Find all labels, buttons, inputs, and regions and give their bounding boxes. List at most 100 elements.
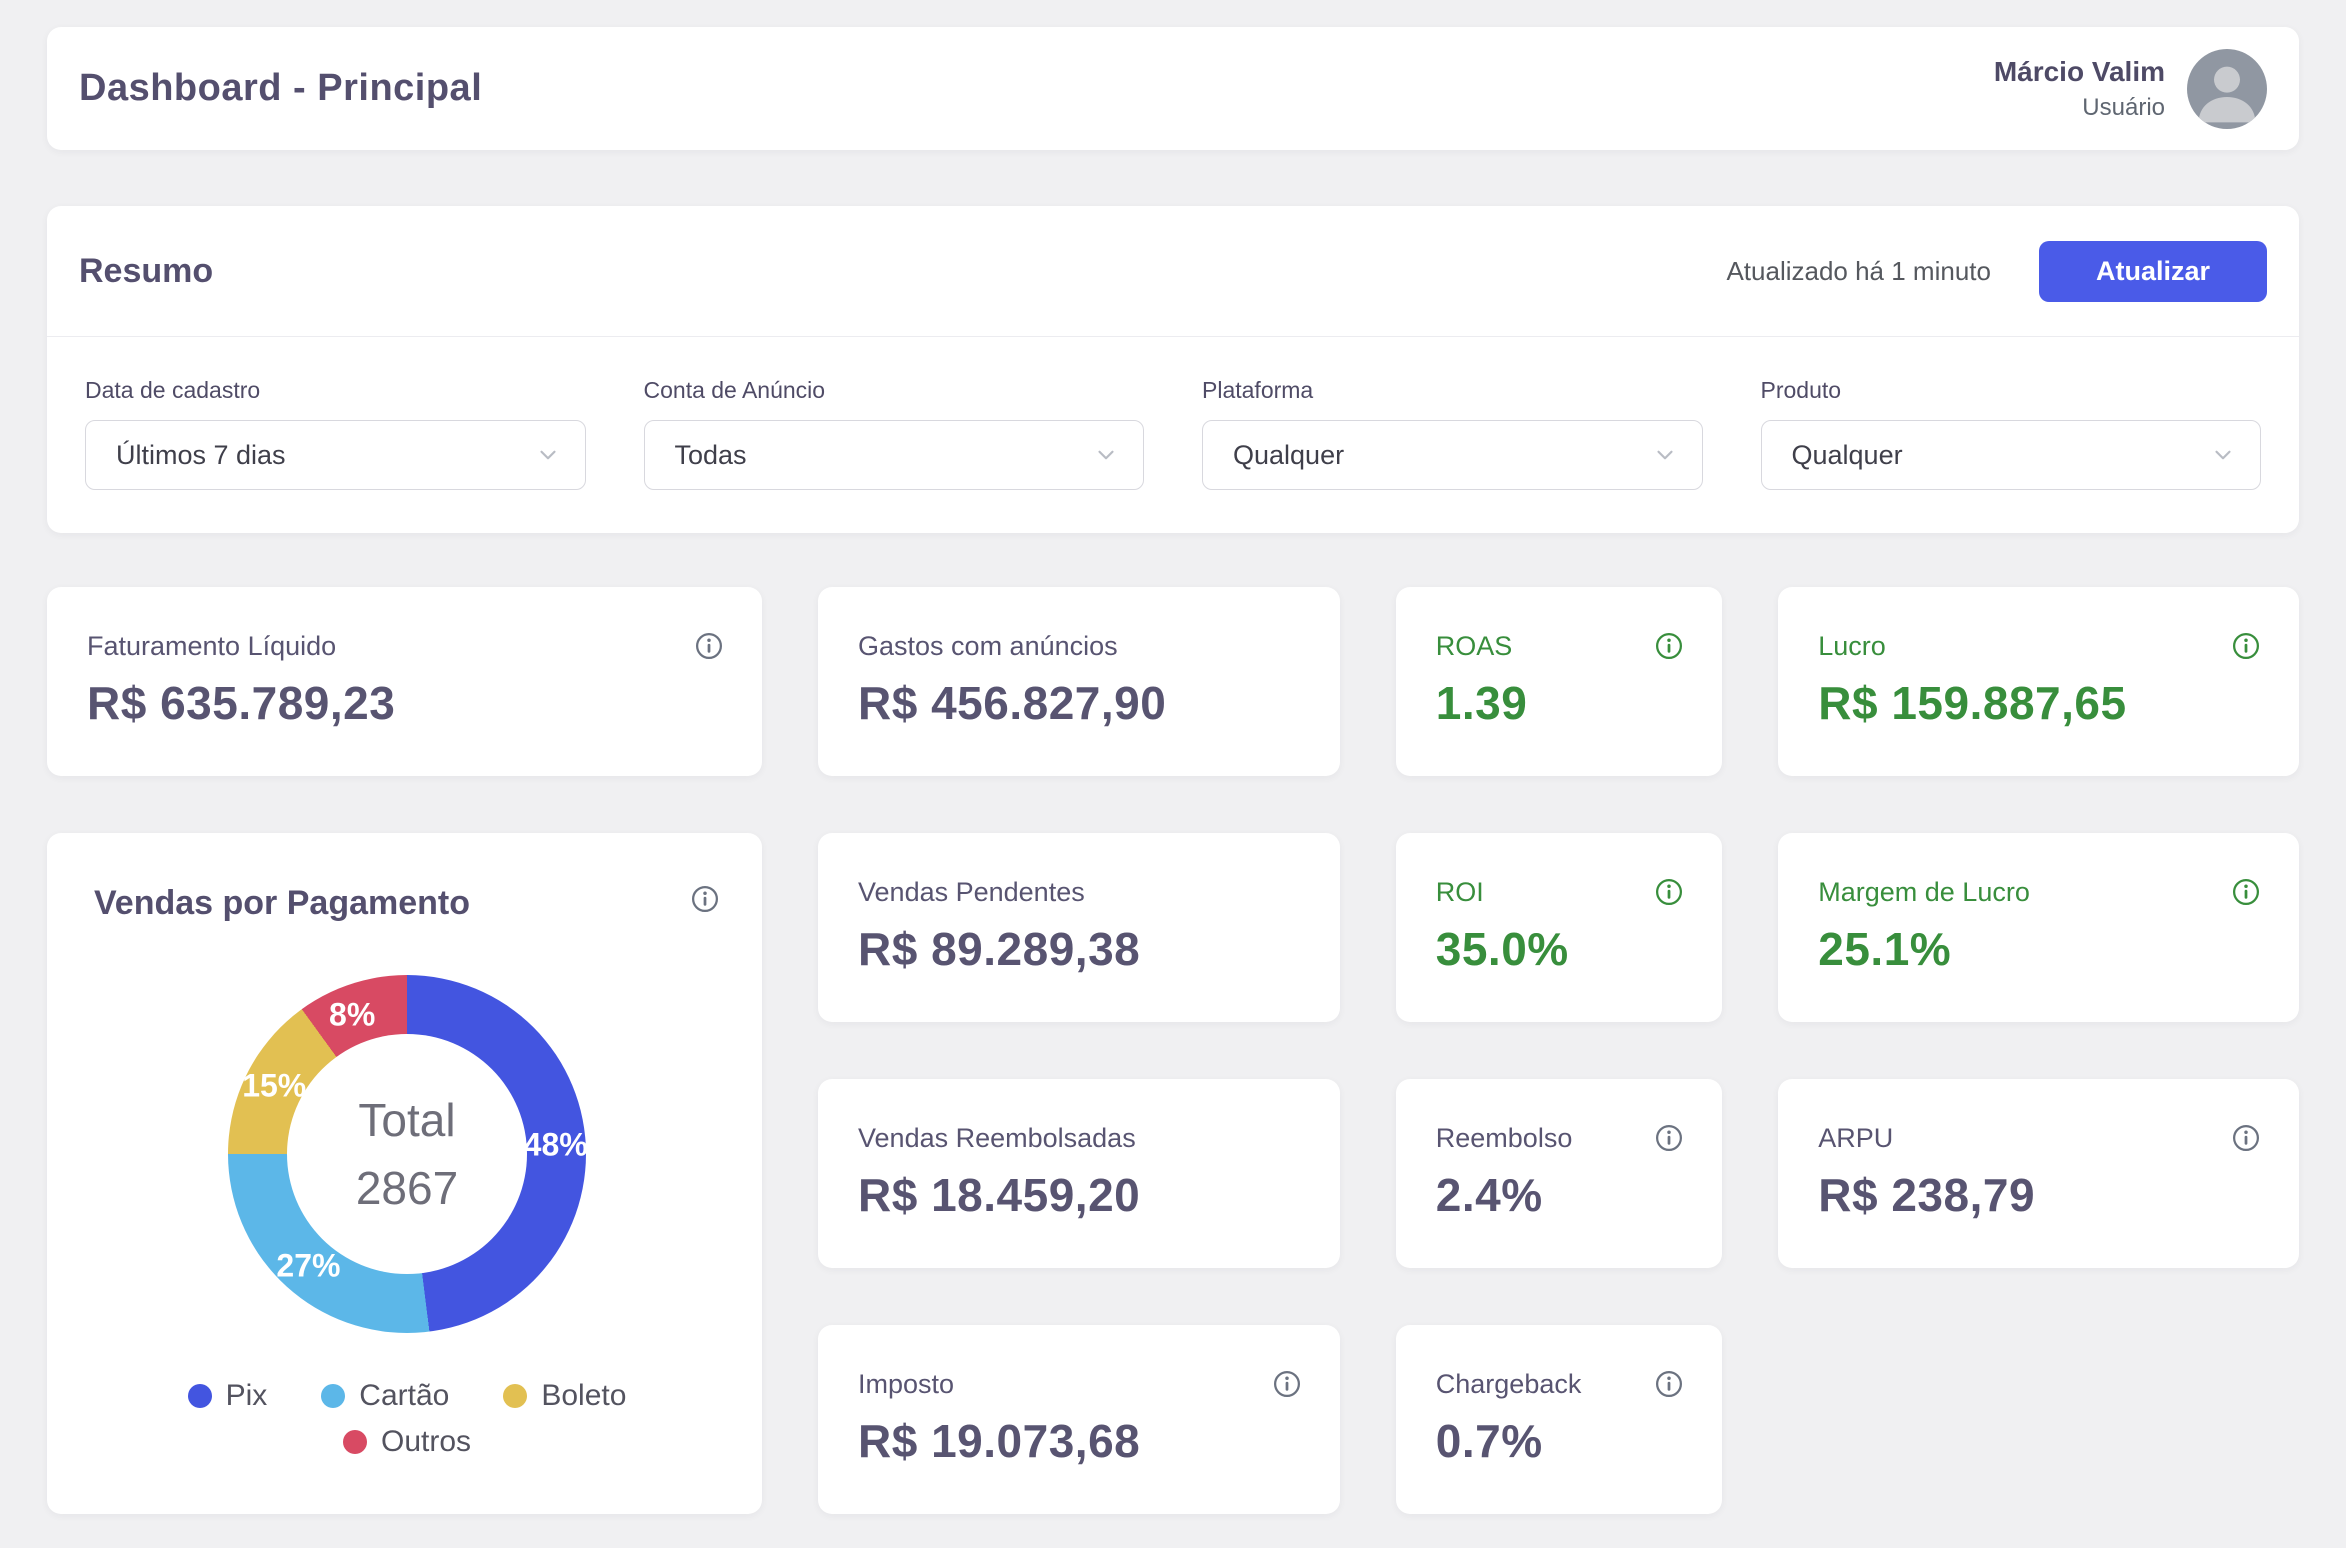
metric-card-chargeback: Chargeback 0.7% <box>1396 1325 1722 1514</box>
info-icon[interactable] <box>1272 1369 1302 1399</box>
select-value: Todas <box>675 440 747 471</box>
chevron-down-icon <box>1093 442 1119 468</box>
filter-label: Data de cadastro <box>85 377 586 404</box>
legend-dot <box>343 1430 367 1454</box>
chevron-down-icon <box>535 442 561 468</box>
metric-card-reembolso: Reembolso 2.4% <box>1396 1079 1722 1268</box>
metric-value: 2.4% <box>1436 1168 1684 1222</box>
metric-value: 0.7% <box>1436 1414 1684 1468</box>
info-icon[interactable] <box>2231 631 2261 661</box>
last-updated-text: Atualizado há 1 minuto <box>1726 256 1991 287</box>
legend-item-boleto[interactable]: Boleto <box>503 1379 626 1413</box>
donut-percent-label: 15% <box>242 1068 306 1105</box>
metric-label: Lucro <box>1818 631 1886 662</box>
metric-card-arpu: ARPU R$ 238,79 <box>1778 1079 2299 1268</box>
legend-dot <box>503 1384 527 1408</box>
donut-percent-label: 8% <box>329 997 375 1034</box>
page-title: Dashboard - Principal <box>79 67 482 110</box>
metric-label: ARPU <box>1818 1123 1893 1154</box>
metric-card-roi: ROI 35.0% <box>1396 833 1722 1022</box>
metric-card-faturamento-liquido: Faturamento Líquido R$ 635.789,23 <box>47 587 762 776</box>
metric-label: Faturamento Líquido <box>87 631 336 662</box>
info-icon[interactable] <box>1654 631 1684 661</box>
metric-value: 1.39 <box>1436 676 1684 730</box>
chart-legend: Pix Cartão Boleto Outros <box>94 1379 720 1459</box>
metric-label: ROAS <box>1436 631 1513 662</box>
filter-select-data-de-cadastro[interactable]: Últimos 7 dias <box>85 420 586 490</box>
refresh-button[interactable]: Atualizar <box>2039 241 2267 302</box>
legend-label: Pix <box>226 1379 268 1413</box>
legend-item-outros[interactable]: Outros <box>343 1425 471 1459</box>
metric-value: R$ 19.073,68 <box>858 1414 1302 1468</box>
filter-select-conta-de-anuncio[interactable]: Todas <box>644 420 1145 490</box>
metric-label: Vendas Reembolsadas <box>858 1123 1136 1154</box>
metric-card-lucro: Lucro R$ 159.887,65 <box>1778 587 2299 776</box>
header-bar: Dashboard - Principal Márcio Valim Usuár… <box>47 27 2299 150</box>
select-value: Qualquer <box>1792 440 1903 471</box>
metric-label: Chargeback <box>1436 1369 1582 1400</box>
metrics-grid: Faturamento Líquido R$ 635.789,23 Gastos… <box>47 587 2299 1514</box>
donut-total-label: Total <box>358 1093 455 1147</box>
filter-data-de-cadastro: Data de cadastro Últimos 7 dias <box>85 377 586 490</box>
metric-label: Reembolso <box>1436 1123 1573 1154</box>
metric-card-vendas-reembolsadas: Vendas Reembolsadas R$ 18.459,20 <box>818 1079 1340 1268</box>
donut-center: Total 2867 <box>287 1034 527 1274</box>
user-menu[interactable]: Márcio Valim Usuário <box>1994 49 2267 129</box>
metric-card-gastos-com-anuncios: Gastos com anúncios R$ 456.827,90 <box>818 587 1340 776</box>
metric-card-roas: ROAS 1.39 <box>1396 587 1722 776</box>
filter-label: Conta de Anúncio <box>644 377 1145 404</box>
metric-value: R$ 635.789,23 <box>87 676 724 730</box>
legend-dot <box>188 1384 212 1408</box>
payments-chart-card: Vendas por Pagamento 48% 27% 15% 8% Total 2… <box>47 833 762 1514</box>
metric-value: R$ 238,79 <box>1818 1168 2261 1222</box>
metric-card-vendas-pendentes: Vendas Pendentes R$ 89.289,38 <box>818 833 1340 1022</box>
metric-label: Vendas Pendentes <box>858 877 1085 908</box>
metric-label: Imposto <box>858 1369 954 1400</box>
select-value: Qualquer <box>1233 440 1344 471</box>
legend-label: Outros <box>381 1425 471 1459</box>
metric-card-margem-de-lucro: Margem de Lucro 25.1% <box>1778 833 2299 1022</box>
info-icon[interactable] <box>1654 1369 1684 1399</box>
chevron-down-icon <box>1652 442 1678 468</box>
user-role: Usuário <box>1994 94 2165 122</box>
metric-value: R$ 89.289,38 <box>858 922 1302 976</box>
filter-label: Plataforma <box>1202 377 1703 404</box>
filter-plataforma: Plataforma Qualquer <box>1202 377 1703 490</box>
avatar[interactable] <box>2187 49 2267 129</box>
filters-row: Data de cadastro Últimos 7 dias Conta de… <box>47 337 2299 533</box>
info-icon[interactable] <box>694 631 724 661</box>
donut-total-value: 2867 <box>356 1161 458 1215</box>
person-icon <box>2187 49 2267 129</box>
chevron-down-icon <box>2210 442 2236 468</box>
summary-title: Resumo <box>79 252 213 291</box>
donut-percent-label: 48% <box>524 1126 588 1163</box>
filter-select-plataforma[interactable]: Qualquer <box>1202 420 1703 490</box>
metric-label: Margem de Lucro <box>1818 877 2030 908</box>
filter-produto: Produto Qualquer <box>1761 377 2262 490</box>
donut-percent-label: 27% <box>276 1247 340 1284</box>
filter-select-produto[interactable]: Qualquer <box>1761 420 2262 490</box>
legend-label: Boleto <box>541 1379 626 1413</box>
info-icon[interactable] <box>1654 1123 1684 1153</box>
metric-card-imposto: Imposto R$ 19.073,68 <box>818 1325 1340 1514</box>
metric-label: Gastos com anúncios <box>858 631 1118 662</box>
summary-card: Resumo Atualizado há 1 minuto Atualizar … <box>47 206 2299 533</box>
metric-value: R$ 456.827,90 <box>858 676 1302 730</box>
metric-value: 35.0% <box>1436 922 1684 976</box>
legend-item-cartao[interactable]: Cartão <box>321 1379 449 1413</box>
info-icon[interactable] <box>2231 877 2261 907</box>
info-icon[interactable] <box>690 884 720 914</box>
chart-title: Vendas por Pagamento <box>94 884 470 923</box>
legend-label: Cartão <box>359 1379 449 1413</box>
filter-conta-de-anuncio: Conta de Anúncio Todas <box>644 377 1145 490</box>
legend-item-pix[interactable]: Pix <box>188 1379 268 1413</box>
legend-dot <box>321 1384 345 1408</box>
metric-label: ROI <box>1436 877 1484 908</box>
user-name: Márcio Valim <box>1994 56 2165 88</box>
info-icon[interactable] <box>1654 877 1684 907</box>
metric-value: R$ 159.887,65 <box>1818 676 2261 730</box>
info-icon[interactable] <box>2231 1123 2261 1153</box>
metric-value: R$ 18.459,20 <box>858 1168 1302 1222</box>
filter-label: Produto <box>1761 377 2262 404</box>
select-value: Últimos 7 dias <box>116 440 286 471</box>
